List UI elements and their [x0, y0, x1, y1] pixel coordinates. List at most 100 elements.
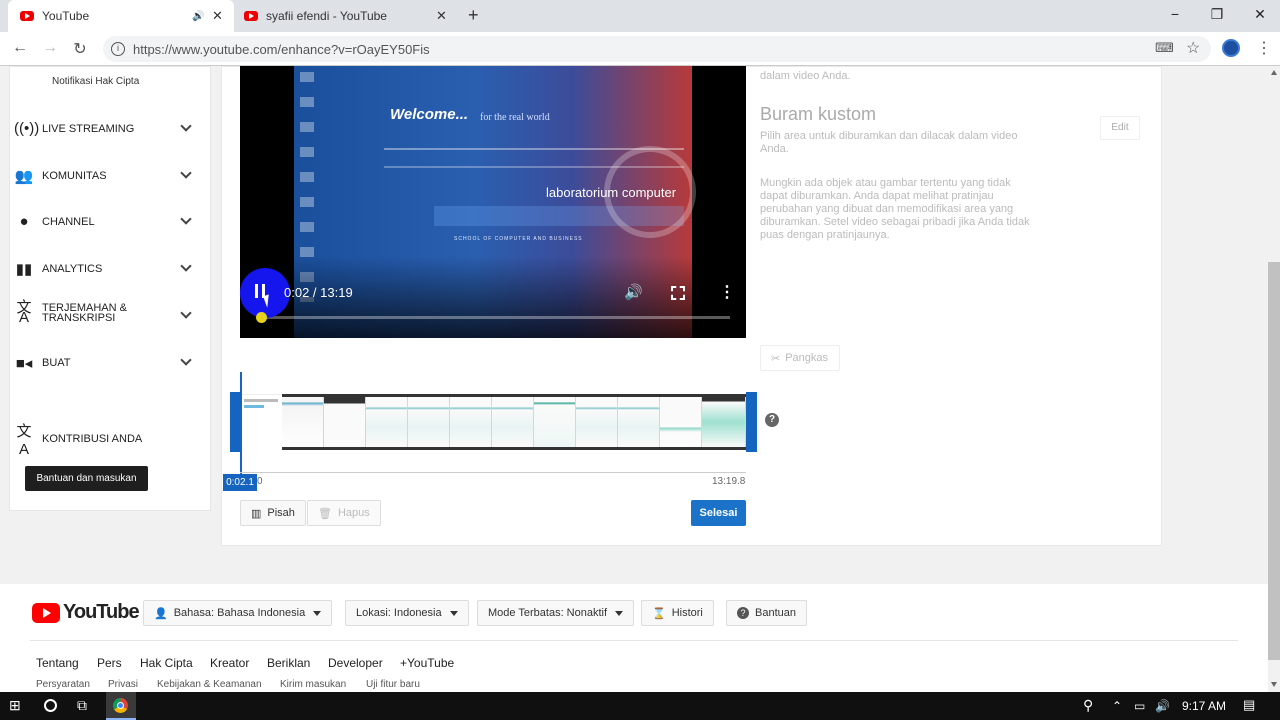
info-icon[interactable]: i [111, 42, 125, 56]
sidebar-item-channel[interactable]: ● CHANNEL [14, 213, 192, 230]
footer-link-terms[interactable]: Persyaratan [36, 679, 90, 690]
people-icon[interactable]: ⚲ [1083, 697, 1093, 714]
delete-button[interactable]: 🗑 Hapus [307, 500, 381, 526]
location-dropdown[interactable]: Lokasi: Indonesia [345, 600, 469, 626]
footer-link-developers[interactable]: Developer [328, 656, 383, 670]
close-window-button[interactable]: ✕ [1250, 6, 1270, 23]
footer-link-creators[interactable]: Kreator [210, 656, 249, 670]
tab-close-icon[interactable]: ✕ [212, 8, 223, 24]
footer-divider [30, 640, 1238, 641]
scroll-up-arrow-icon[interactable] [1271, 70, 1277, 75]
clock[interactable]: 9:17 AM [1182, 699, 1226, 713]
trim-handle-right[interactable] [746, 392, 757, 452]
scrollbar-thumb[interactable] [1268, 262, 1280, 660]
help-label: Bantuan [755, 607, 796, 619]
network-icon[interactable]: ▭ [1134, 699, 1145, 713]
tab-close-icon[interactable]: ✕ [436, 8, 447, 24]
edit-button[interactable]: Edit [1100, 116, 1140, 140]
menu-icon[interactable]: ⋮ [1256, 38, 1272, 58]
sidebar-item-analytics[interactable]: ▮▮ ANALYTICS [14, 260, 192, 278]
sidebar-item-contributions[interactable]: 文A KONTRIBUSI ANDA [14, 420, 190, 458]
sidebar-item-translation[interactable]: 文A TERJEMAHAN & TRANSKRIPSI [14, 300, 192, 325]
footer-link-privacy[interactable]: Privasi [108, 679, 138, 690]
translate-icon[interactable]: ⌨ [1155, 40, 1174, 56]
youtube-logo[interactable]: YouTube [32, 601, 140, 624]
tab-title: YouTube [42, 9, 90, 23]
volume-icon[interactable]: 🔊 [1155, 699, 1170, 713]
profile-icon[interactable] [1222, 39, 1240, 57]
sidebar-item-live[interactable]: ((•)) LIVE STREAMING [14, 120, 192, 137]
back-icon[interactable]: ← [9, 39, 31, 57]
progress-knob[interactable] [256, 312, 267, 323]
more-options-icon[interactable]: ⋮ [719, 282, 735, 302]
people-icon: 👥 [14, 168, 34, 185]
time-display: 0:02 / 13:19 [284, 285, 353, 300]
footer-link-advertise[interactable]: Beriklan [267, 656, 310, 670]
help-icon[interactable]: ? [765, 413, 779, 427]
chevron-down-icon[interactable] [180, 307, 192, 319]
notifications-icon[interactable]: ▤ [1243, 697, 1255, 713]
done-button[interactable]: Selesai [691, 500, 746, 526]
sidebar-item-label: TERJEMAHAN & TRANSKRIPSI [42, 302, 127, 324]
trash-icon: 🗑 [318, 507, 332, 520]
windows-start-icon[interactable]: ⊞ [9, 697, 21, 714]
chevron-down-icon[interactable] [180, 120, 192, 132]
speaker-icon[interactable]: 🔊 [192, 11, 204, 22]
search-icon[interactable] [44, 699, 57, 712]
section-description: Pilih area untuk diburamkan dan dilacak … [760, 130, 1018, 155]
address-bar[interactable]: i https://www.youtube.com/enhance?v=rOay… [103, 36, 1211, 62]
restore-button[interactable]: ❐ [1207, 6, 1227, 23]
tab-syafii[interactable]: syafii efendi - YouTube ✕ [236, 0, 456, 32]
chevron-down-icon[interactable] [180, 354, 192, 366]
forward-icon[interactable]: → [39, 39, 61, 57]
windows-taskbar: ⊞ ⧉ ⚲ ⌃ ▭ 🔊 9:17 AM ▤ [0, 692, 1280, 720]
sidebar-item-community[interactable]: 👥 KOMUNITAS [14, 167, 192, 185]
history-button[interactable]: ⌛ Histori [641, 600, 714, 626]
footer: YouTube 👤 Bahasa: Bahasa Indonesia Lokas… [0, 584, 1268, 692]
film-frame [450, 397, 492, 447]
restricted-mode-dropdown[interactable]: Mode Terbatas: Nonaktif [477, 600, 635, 626]
sidebar-item-create[interactable]: ■◂ BUAT [14, 354, 192, 372]
film-frame [408, 397, 450, 447]
chevron-down-icon[interactable] [180, 260, 192, 272]
chrome-taskbar-button[interactable] [106, 692, 136, 720]
footer-link-copyright[interactable]: Hak Cipta [140, 656, 193, 670]
sidebar-item-copyright[interactable]: Notifikasi Hak Cipta [52, 76, 139, 87]
url-text[interactable]: https://www.youtube.com/enhance?v=rOayEY… [133, 42, 430, 57]
location-label: Lokasi: Indonesia [356, 607, 442, 619]
tray-expand-icon[interactable]: ⌃ [1112, 699, 1122, 713]
film-frame [366, 397, 408, 447]
fullscreen-icon[interactable] [671, 286, 685, 300]
footer-link-policy[interactable]: Kebijakan & Keamanan [157, 679, 262, 690]
footer-link-plus-youtube[interactable]: +YouTube [400, 656, 454, 670]
split-button[interactable]: ▥ Pisah [240, 500, 306, 526]
split-icon: ▥ [251, 507, 262, 520]
chart-icon: ▮▮ [15, 261, 33, 278]
new-tab-button[interactable]: + [468, 5, 479, 26]
pause-icon[interactable] [255, 284, 258, 298]
minimize-button[interactable]: − [1165, 6, 1185, 22]
scroll-down-arrow-icon[interactable] [1271, 682, 1277, 687]
chevron-down-icon[interactable] [180, 167, 192, 179]
tab-youtube[interactable]: YouTube 🔊 ✕ [8, 0, 234, 32]
help-button[interactable]: ? Bantuan [726, 600, 807, 626]
reload-icon[interactable]: ↻ [69, 39, 91, 59]
language-dropdown[interactable]: 👤 Bahasa: Bahasa Indonesia [143, 600, 333, 626]
footer-link-test-features[interactable]: Uji fitur baru [366, 679, 420, 690]
trim-handle-left[interactable] [230, 392, 241, 452]
hourglass-icon: ⌛ [652, 607, 666, 620]
task-view-icon[interactable]: ⧉ [77, 697, 87, 714]
footer-link-press[interactable]: Pers [97, 656, 122, 670]
trim-button[interactable]: ✂ Pangkas [760, 345, 840, 371]
account-icon: ● [19, 213, 29, 230]
star-icon[interactable]: ☆ [1186, 38, 1200, 58]
progress-bar[interactable] [260, 316, 730, 319]
delete-label: Hapus [337, 507, 370, 519]
chevron-down-icon[interactable] [180, 213, 192, 225]
footer-link-feedback[interactable]: Kirim masukan [280, 679, 346, 690]
footer-link-about[interactable]: Tentang [36, 656, 79, 670]
help-feedback-button[interactable]: Bantuan dan masukan [25, 466, 148, 491]
timeline-filmstrip[interactable] [282, 394, 746, 450]
youtube-favicon-icon [20, 11, 34, 21]
volume-icon[interactable]: 🔊 [624, 283, 643, 301]
